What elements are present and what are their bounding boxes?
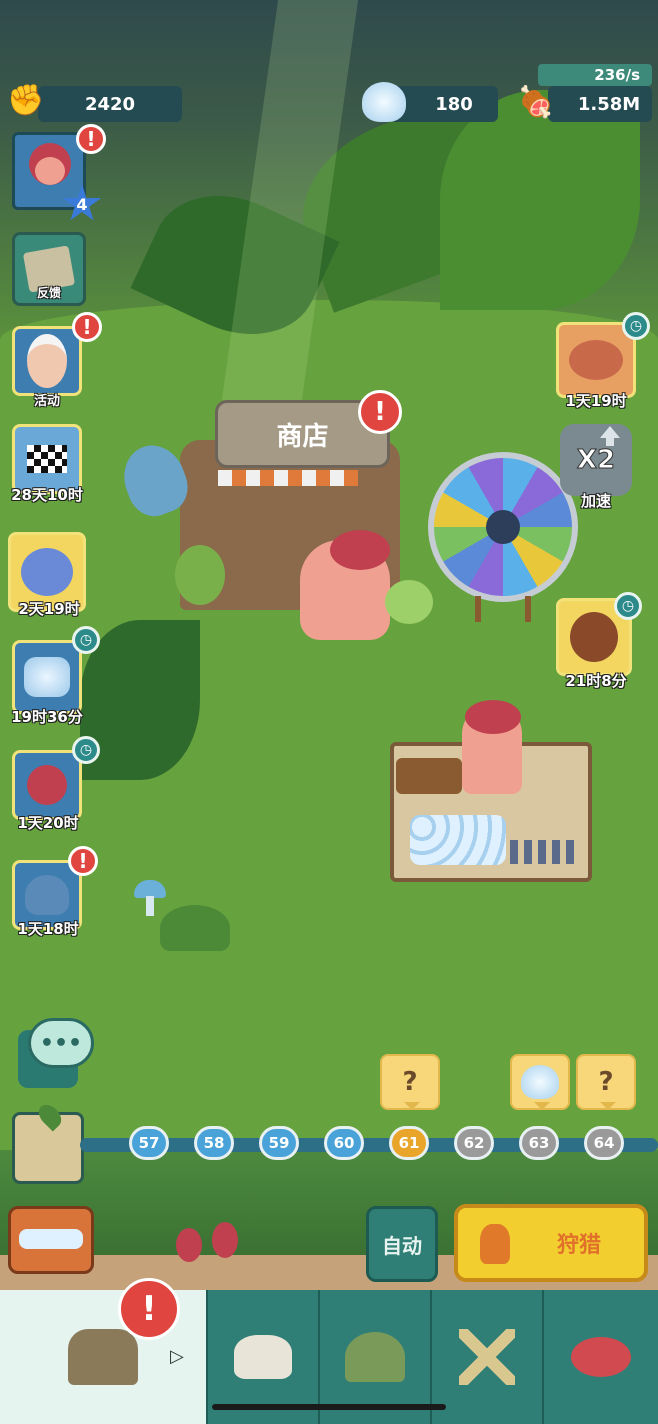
caveman-walker-icon	[176, 1228, 202, 1262]
world-map-button[interactable]	[12, 1100, 84, 1184]
treasure-chest-button[interactable]	[8, 1206, 94, 1274]
shell-icon	[521, 1065, 559, 1099]
sidebar-label: 加速	[580, 492, 611, 510]
sidebar-label: 反馈	[36, 286, 61, 300]
sidebar-label: 1天20时	[17, 814, 79, 832]
tab-weapons[interactable]	[432, 1290, 544, 1424]
power-value: 2420	[84, 93, 136, 115]
sidebar-item-dino[interactable]: 2天19时	[8, 532, 86, 618]
tab-shop[interactable]: ▷ !	[0, 1278, 208, 1424]
dino-silhouette-icon	[480, 1224, 510, 1264]
caveman-hair	[330, 530, 390, 570]
shell-pile-icon	[12, 640, 82, 714]
mystery-icon: ?	[598, 1067, 614, 1097]
level-node[interactable]: 59	[259, 1126, 299, 1160]
shop-awning	[218, 470, 358, 486]
mushroom-stem	[146, 896, 154, 916]
meat-value: 1.58M	[577, 93, 641, 115]
power-counter: 2420	[38, 86, 182, 122]
meat-counter: 1.58M	[548, 86, 652, 122]
shell-icon	[362, 82, 406, 122]
shell-value: 180	[435, 93, 473, 115]
mystery-icon: ?	[402, 1067, 418, 1097]
avatar-face	[35, 157, 65, 185]
shop-alert-icon: !	[358, 390, 402, 434]
sidebar-item-bundle3[interactable]: 1天18时 !	[12, 846, 98, 938]
shop-tab-alert-icon: !	[118, 1278, 180, 1340]
caveman-walker-icon	[212, 1222, 238, 1258]
mystery-reward-bubble[interactable]: ?	[576, 1054, 636, 1110]
bush-icon	[160, 905, 230, 951]
auto-button[interactable]: 自动	[366, 1206, 438, 1282]
sidebar-label: 28天10时	[11, 486, 83, 504]
chest-shells-icon	[19, 1229, 83, 1249]
clock-icon: ◷	[72, 736, 100, 764]
sidebar-item-feedback[interactable]: 反馈	[12, 232, 86, 306]
alert-icon: !	[72, 312, 102, 342]
wheel-hub	[486, 510, 520, 544]
shell-pile-icon	[410, 815, 506, 865]
sidebar-label: 活动	[33, 394, 60, 409]
alert-icon: !	[68, 846, 98, 876]
level-node[interactable]: 58	[194, 1126, 234, 1160]
level-node[interactable]: 57	[129, 1126, 169, 1160]
elder-icon	[12, 326, 82, 396]
sidebar-item-bundle1[interactable]: 19时36分 ◷	[11, 626, 100, 726]
fist-icon: ✊	[7, 82, 45, 118]
hunt-button[interactable]: 狩猎	[454, 1204, 648, 1282]
meat-icon: 🍖	[517, 84, 555, 120]
crossed-weapons-icon	[459, 1329, 515, 1385]
sidebar-label: 19时36分	[11, 708, 83, 726]
green-egg-icon	[385, 580, 433, 624]
speed-boost-badge: X2	[560, 424, 632, 496]
sidebar-label: 21时8分	[565, 672, 627, 690]
home-indicator	[212, 1404, 446, 1410]
chat-bubble-icon: •••	[28, 1018, 94, 1068]
mystery-reward-bubble[interactable]: ?	[380, 1054, 440, 1110]
spear-row-icon	[510, 840, 580, 864]
avatar-alert-icon: !	[76, 124, 106, 154]
sidebar-label: 1天19时	[565, 392, 627, 410]
sidebar-label: 1天18时	[17, 920, 79, 938]
shell-reward-bubble[interactable]	[510, 1054, 570, 1110]
turtle-shell-icon	[175, 545, 225, 605]
sidebar-item-bundle2[interactable]: 1天20时 ◷	[12, 736, 100, 832]
sidebar-item-race[interactable]: 28天10时	[11, 424, 83, 504]
cave-icon	[345, 1332, 405, 1382]
caveman-meat-icon	[12, 750, 82, 820]
tab-tribe[interactable]	[544, 1290, 658, 1424]
dino-skull-icon	[234, 1335, 292, 1379]
tiki-totems	[396, 758, 462, 794]
shell-counter: 180	[390, 86, 498, 122]
level-node[interactable]: 62	[454, 1126, 494, 1160]
level-node-current[interactable]: 61	[389, 1126, 429, 1160]
sidebar-item-events[interactable]: 活动 !	[12, 312, 102, 409]
clock-icon: ◷	[614, 592, 642, 620]
level-node[interactable]: 64	[584, 1126, 624, 1160]
clock-icon: ◷	[622, 312, 650, 340]
caveman-hair	[465, 700, 521, 734]
play-arrow-icon: ▷	[170, 1346, 184, 1367]
wheel-stand	[475, 596, 531, 622]
level-node[interactable]: 60	[324, 1126, 364, 1160]
hunt-label: 狩猎	[556, 1233, 601, 1258]
meat-rate-value: 236/s	[594, 66, 640, 84]
shop-hut-icon	[68, 1329, 138, 1385]
sidebar-label: 2天19时	[18, 600, 80, 618]
sidebar-item-gorilla[interactable]: 21时8分 ◷	[556, 592, 642, 690]
speed-boost-button[interactable]: X2 加速	[560, 424, 632, 510]
clock-icon: ◷	[72, 626, 100, 654]
cavemen-group-icon	[571, 1337, 631, 1377]
sidebar-item-piggy[interactable]: 1天19时 ◷	[556, 312, 650, 410]
level-node[interactable]: 63	[519, 1126, 559, 1160]
